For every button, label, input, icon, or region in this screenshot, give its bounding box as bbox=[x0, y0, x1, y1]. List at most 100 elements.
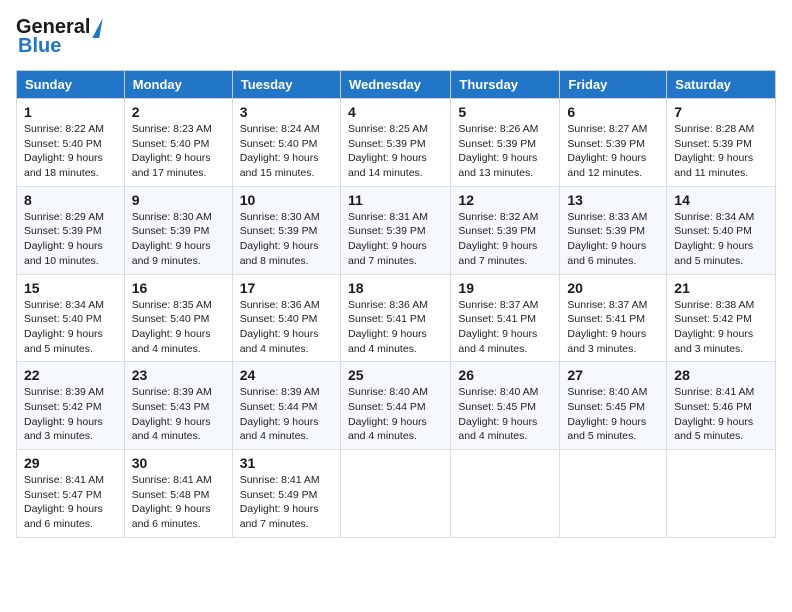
calendar-cell: 11 Sunrise: 8:31 AM Sunset: 5:39 PM Dayl… bbox=[340, 186, 450, 274]
calendar-cell: 21 Sunrise: 8:38 AM Sunset: 5:42 PM Dayl… bbox=[667, 274, 776, 362]
day-info: Sunrise: 8:26 AM Sunset: 5:39 PM Dayligh… bbox=[458, 122, 552, 181]
day-number: 22 bbox=[24, 367, 117, 383]
day-number: 3 bbox=[240, 104, 333, 120]
day-info: Sunrise: 8:40 AM Sunset: 5:44 PM Dayligh… bbox=[348, 385, 443, 444]
calendar-cell: 18 Sunrise: 8:36 AM Sunset: 5:41 PM Dayl… bbox=[340, 274, 450, 362]
day-info: Sunrise: 8:32 AM Sunset: 5:39 PM Dayligh… bbox=[458, 210, 552, 269]
day-info: Sunrise: 8:41 AM Sunset: 5:48 PM Dayligh… bbox=[132, 473, 225, 532]
day-number: 8 bbox=[24, 192, 117, 208]
calendar-table: SundayMondayTuesdayWednesdayThursdayFrid… bbox=[16, 70, 776, 538]
calendar-cell: 7 Sunrise: 8:28 AM Sunset: 5:39 PM Dayli… bbox=[667, 99, 776, 187]
day-number: 15 bbox=[24, 280, 117, 296]
day-info: Sunrise: 8:41 AM Sunset: 5:46 PM Dayligh… bbox=[674, 385, 768, 444]
day-info: Sunrise: 8:31 AM Sunset: 5:39 PM Dayligh… bbox=[348, 210, 443, 269]
calendar-header-row: SundayMondayTuesdayWednesdayThursdayFrid… bbox=[17, 71, 776, 99]
day-number: 21 bbox=[674, 280, 768, 296]
calendar-cell: 25 Sunrise: 8:40 AM Sunset: 5:44 PM Dayl… bbox=[340, 362, 450, 450]
day-number: 13 bbox=[567, 192, 659, 208]
day-number: 7 bbox=[674, 104, 768, 120]
day-info: Sunrise: 8:27 AM Sunset: 5:39 PM Dayligh… bbox=[567, 122, 659, 181]
calendar-cell bbox=[667, 450, 776, 538]
calendar-cell bbox=[560, 450, 667, 538]
page-header: General Blue bbox=[16, 16, 776, 58]
day-info: Sunrise: 8:38 AM Sunset: 5:42 PM Dayligh… bbox=[674, 298, 768, 357]
day-number: 28 bbox=[674, 367, 768, 383]
day-number: 5 bbox=[458, 104, 552, 120]
day-number: 25 bbox=[348, 367, 443, 383]
day-number: 18 bbox=[348, 280, 443, 296]
calendar-header-tuesday: Tuesday bbox=[232, 71, 340, 99]
day-number: 10 bbox=[240, 192, 333, 208]
day-info: Sunrise: 8:36 AM Sunset: 5:41 PM Dayligh… bbox=[348, 298, 443, 357]
logo-blue: Blue bbox=[18, 35, 61, 58]
logo-triangle-icon bbox=[93, 18, 104, 38]
day-info: Sunrise: 8:35 AM Sunset: 5:40 PM Dayligh… bbox=[132, 298, 225, 357]
calendar-cell: 22 Sunrise: 8:39 AM Sunset: 5:42 PM Dayl… bbox=[17, 362, 125, 450]
calendar-cell: 8 Sunrise: 8:29 AM Sunset: 5:39 PM Dayli… bbox=[17, 186, 125, 274]
day-number: 1 bbox=[24, 104, 117, 120]
day-info: Sunrise: 8:23 AM Sunset: 5:40 PM Dayligh… bbox=[132, 122, 225, 181]
day-info: Sunrise: 8:30 AM Sunset: 5:39 PM Dayligh… bbox=[132, 210, 225, 269]
calendar-cell: 1 Sunrise: 8:22 AM Sunset: 5:40 PM Dayli… bbox=[17, 99, 125, 187]
calendar-cell: 27 Sunrise: 8:40 AM Sunset: 5:45 PM Dayl… bbox=[560, 362, 667, 450]
calendar-cell: 26 Sunrise: 8:40 AM Sunset: 5:45 PM Dayl… bbox=[451, 362, 560, 450]
calendar-cell: 23 Sunrise: 8:39 AM Sunset: 5:43 PM Dayl… bbox=[124, 362, 232, 450]
calendar-cell: 3 Sunrise: 8:24 AM Sunset: 5:40 PM Dayli… bbox=[232, 99, 340, 187]
calendar-header-thursday: Thursday bbox=[451, 71, 560, 99]
calendar-cell: 5 Sunrise: 8:26 AM Sunset: 5:39 PM Dayli… bbox=[451, 99, 560, 187]
day-info: Sunrise: 8:39 AM Sunset: 5:43 PM Dayligh… bbox=[132, 385, 225, 444]
day-info: Sunrise: 8:41 AM Sunset: 5:49 PM Dayligh… bbox=[240, 473, 333, 532]
calendar-cell: 28 Sunrise: 8:41 AM Sunset: 5:46 PM Dayl… bbox=[667, 362, 776, 450]
day-number: 24 bbox=[240, 367, 333, 383]
calendar-cell: 2 Sunrise: 8:23 AM Sunset: 5:40 PM Dayli… bbox=[124, 99, 232, 187]
calendar-cell: 16 Sunrise: 8:35 AM Sunset: 5:40 PM Dayl… bbox=[124, 274, 232, 362]
calendar-cell: 31 Sunrise: 8:41 AM Sunset: 5:49 PM Dayl… bbox=[232, 450, 340, 538]
calendar-week-row: 22 Sunrise: 8:39 AM Sunset: 5:42 PM Dayl… bbox=[17, 362, 776, 450]
calendar-week-row: 1 Sunrise: 8:22 AM Sunset: 5:40 PM Dayli… bbox=[17, 99, 776, 187]
day-info: Sunrise: 8:33 AM Sunset: 5:39 PM Dayligh… bbox=[567, 210, 659, 269]
calendar-body: 1 Sunrise: 8:22 AM Sunset: 5:40 PM Dayli… bbox=[17, 99, 776, 538]
calendar-cell: 29 Sunrise: 8:41 AM Sunset: 5:47 PM Dayl… bbox=[17, 450, 125, 538]
calendar-week-row: 8 Sunrise: 8:29 AM Sunset: 5:39 PM Dayli… bbox=[17, 186, 776, 274]
calendar-cell: 9 Sunrise: 8:30 AM Sunset: 5:39 PM Dayli… bbox=[124, 186, 232, 274]
day-number: 6 bbox=[567, 104, 659, 120]
day-number: 11 bbox=[348, 192, 443, 208]
calendar-header-saturday: Saturday bbox=[667, 71, 776, 99]
calendar-week-row: 29 Sunrise: 8:41 AM Sunset: 5:47 PM Dayl… bbox=[17, 450, 776, 538]
day-info: Sunrise: 8:37 AM Sunset: 5:41 PM Dayligh… bbox=[567, 298, 659, 357]
day-info: Sunrise: 8:29 AM Sunset: 5:39 PM Dayligh… bbox=[24, 210, 117, 269]
calendar-header-monday: Monday bbox=[124, 71, 232, 99]
logo: General Blue bbox=[16, 16, 101, 58]
day-number: 17 bbox=[240, 280, 333, 296]
calendar-cell bbox=[451, 450, 560, 538]
calendar-cell: 20 Sunrise: 8:37 AM Sunset: 5:41 PM Dayl… bbox=[560, 274, 667, 362]
calendar-cell: 19 Sunrise: 8:37 AM Sunset: 5:41 PM Dayl… bbox=[451, 274, 560, 362]
day-info: Sunrise: 8:36 AM Sunset: 5:40 PM Dayligh… bbox=[240, 298, 333, 357]
day-info: Sunrise: 8:24 AM Sunset: 5:40 PM Dayligh… bbox=[240, 122, 333, 181]
day-info: Sunrise: 8:39 AM Sunset: 5:44 PM Dayligh… bbox=[240, 385, 333, 444]
calendar-cell: 24 Sunrise: 8:39 AM Sunset: 5:44 PM Dayl… bbox=[232, 362, 340, 450]
calendar-cell: 10 Sunrise: 8:30 AM Sunset: 5:39 PM Dayl… bbox=[232, 186, 340, 274]
day-number: 29 bbox=[24, 455, 117, 471]
calendar-cell: 15 Sunrise: 8:34 AM Sunset: 5:40 PM Dayl… bbox=[17, 274, 125, 362]
day-info: Sunrise: 8:30 AM Sunset: 5:39 PM Dayligh… bbox=[240, 210, 333, 269]
day-number: 27 bbox=[567, 367, 659, 383]
calendar-cell: 30 Sunrise: 8:41 AM Sunset: 5:48 PM Dayl… bbox=[124, 450, 232, 538]
day-info: Sunrise: 8:39 AM Sunset: 5:42 PM Dayligh… bbox=[24, 385, 117, 444]
day-info: Sunrise: 8:41 AM Sunset: 5:47 PM Dayligh… bbox=[24, 473, 117, 532]
calendar-cell bbox=[340, 450, 450, 538]
day-info: Sunrise: 8:25 AM Sunset: 5:39 PM Dayligh… bbox=[348, 122, 443, 181]
day-info: Sunrise: 8:34 AM Sunset: 5:40 PM Dayligh… bbox=[24, 298, 117, 357]
day-info: Sunrise: 8:22 AM Sunset: 5:40 PM Dayligh… bbox=[24, 122, 117, 181]
day-info: Sunrise: 8:40 AM Sunset: 5:45 PM Dayligh… bbox=[458, 385, 552, 444]
day-info: Sunrise: 8:28 AM Sunset: 5:39 PM Dayligh… bbox=[674, 122, 768, 181]
calendar-header-sunday: Sunday bbox=[17, 71, 125, 99]
day-info: Sunrise: 8:37 AM Sunset: 5:41 PM Dayligh… bbox=[458, 298, 552, 357]
calendar-cell: 12 Sunrise: 8:32 AM Sunset: 5:39 PM Dayl… bbox=[451, 186, 560, 274]
day-number: 14 bbox=[674, 192, 768, 208]
calendar-cell: 6 Sunrise: 8:27 AM Sunset: 5:39 PM Dayli… bbox=[560, 99, 667, 187]
day-number: 26 bbox=[458, 367, 552, 383]
day-info: Sunrise: 8:40 AM Sunset: 5:45 PM Dayligh… bbox=[567, 385, 659, 444]
day-number: 23 bbox=[132, 367, 225, 383]
day-number: 30 bbox=[132, 455, 225, 471]
